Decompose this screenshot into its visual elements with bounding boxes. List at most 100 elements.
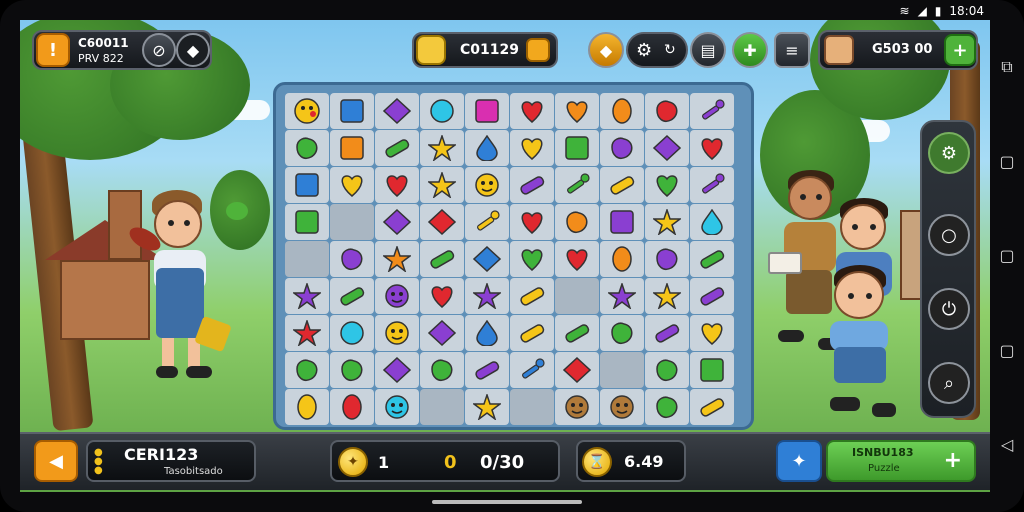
nav-square-icon[interactable]: ▢ bbox=[997, 340, 1017, 360]
gem-diamond-purple-icon[interactable] bbox=[383, 98, 411, 124]
gem-blob-green-icon[interactable] bbox=[653, 394, 681, 420]
gem-bar-purple-icon[interactable] bbox=[698, 283, 726, 309]
slash-icon[interactable]: ⊘ bbox=[142, 33, 176, 67]
nav-square-icon[interactable]: ▢ bbox=[997, 152, 1017, 172]
gem-wand-yellow-icon[interactable] bbox=[473, 209, 501, 235]
nav-apps-icon[interactable]: ⧉ bbox=[997, 57, 1017, 77]
board-cell[interactable] bbox=[375, 93, 419, 129]
board-cell[interactable] bbox=[510, 130, 554, 166]
nav-back-icon[interactable]: ◁ bbox=[997, 435, 1017, 455]
board-cell[interactable] bbox=[375, 352, 419, 388]
board-cell[interactable] bbox=[420, 167, 464, 203]
gem-star-purple-icon[interactable] bbox=[293, 283, 321, 309]
board-cell[interactable] bbox=[645, 204, 689, 240]
gem-square-blue-icon[interactable] bbox=[338, 98, 366, 124]
add-coins-button[interactable]: + bbox=[944, 34, 976, 66]
board-cell[interactable] bbox=[330, 167, 374, 203]
gem-heart-yellow-icon[interactable] bbox=[518, 135, 546, 161]
gem-blob-purple-icon[interactable] bbox=[653, 246, 681, 272]
gem-diamond-purple-icon[interactable] bbox=[653, 135, 681, 161]
board-cell[interactable] bbox=[375, 278, 419, 314]
board-cell[interactable] bbox=[375, 389, 419, 425]
gem-blob-red-icon[interactable] bbox=[653, 98, 681, 124]
board-cell[interactable] bbox=[690, 278, 734, 314]
gem-star-red-icon[interactable] bbox=[293, 320, 321, 346]
board-cell[interactable] bbox=[645, 389, 689, 425]
gem-heart-green-icon[interactable] bbox=[518, 246, 546, 272]
board-cell[interactable] bbox=[690, 204, 734, 240]
gem-face-brown-icon[interactable] bbox=[608, 394, 636, 420]
menu-icon[interactable]: ≡ bbox=[774, 32, 810, 68]
board-cell[interactable] bbox=[465, 167, 509, 203]
gem-heart-red-icon[interactable] bbox=[383, 172, 411, 198]
gem-square-purple-icon[interactable] bbox=[608, 209, 636, 235]
board-cell[interactable] bbox=[555, 389, 599, 425]
gem-diamond-purple-icon[interactable] bbox=[428, 320, 456, 346]
pause-circle-icon[interactable]: ○ bbox=[928, 214, 970, 256]
board-cell[interactable] bbox=[330, 204, 374, 240]
board-cell[interactable] bbox=[645, 167, 689, 203]
board-cell[interactable] bbox=[600, 389, 644, 425]
board-cell[interactable] bbox=[645, 278, 689, 314]
gem-heart-red-icon[interactable] bbox=[563, 246, 591, 272]
gem-blob-green-icon[interactable] bbox=[293, 135, 321, 161]
board-cell[interactable] bbox=[330, 389, 374, 425]
board-cell[interactable] bbox=[555, 315, 599, 351]
gem-egg-orange-icon[interactable] bbox=[608, 246, 636, 272]
gem-heart-red-icon[interactable] bbox=[428, 283, 456, 309]
gem-bar-yellow-icon[interactable] bbox=[518, 320, 546, 346]
zoom-icon[interactable]: ⌕ bbox=[928, 362, 970, 404]
gem-square-green-icon[interactable] bbox=[563, 135, 591, 161]
gem-diamond-purple-icon[interactable] bbox=[383, 209, 411, 235]
gem-bar-yellow-icon[interactable] bbox=[608, 172, 636, 198]
board-cell[interactable] bbox=[375, 130, 419, 166]
board-cell[interactable] bbox=[285, 204, 329, 240]
board-cell[interactable] bbox=[285, 389, 329, 425]
gem-drop-blue-icon[interactable] bbox=[473, 320, 501, 346]
gem-blob-purple-icon[interactable] bbox=[338, 246, 366, 272]
gem-wand-green-icon[interactable] bbox=[563, 172, 591, 198]
nav-square-icon[interactable]: ▢ bbox=[997, 246, 1017, 266]
gem-bar-green-icon[interactable] bbox=[563, 320, 591, 346]
power-icon[interactable]: ⏻ bbox=[928, 288, 970, 330]
gem-star-purple-icon[interactable] bbox=[473, 283, 501, 309]
board-cell[interactable] bbox=[510, 167, 554, 203]
board-cell[interactable] bbox=[330, 352, 374, 388]
gem-bar-purple-icon[interactable] bbox=[653, 320, 681, 346]
board-cell[interactable] bbox=[465, 278, 509, 314]
board-cell[interactable] bbox=[330, 241, 374, 277]
gem-heart-orange-icon[interactable] bbox=[563, 98, 591, 124]
board-cell[interactable] bbox=[420, 241, 464, 277]
gem-diamond-purple-icon[interactable] bbox=[383, 357, 411, 383]
gem-square-blue-icon[interactable] bbox=[293, 172, 321, 198]
gem-bar-green-icon[interactable] bbox=[338, 283, 366, 309]
gem-wand-purple-icon[interactable] bbox=[698, 98, 726, 124]
board-cell[interactable] bbox=[375, 204, 419, 240]
board-cell[interactable] bbox=[420, 352, 464, 388]
gem-square-orange-icon[interactable] bbox=[338, 135, 366, 161]
gem-smiley-yellow-icon[interactable] bbox=[293, 98, 321, 124]
board-cell[interactable] bbox=[420, 315, 464, 351]
move-arrow-button[interactable]: ✦ bbox=[776, 440, 822, 482]
gem-egg-orange-icon[interactable] bbox=[608, 98, 636, 124]
gem-diamond-blue-icon[interactable] bbox=[473, 246, 501, 272]
gem-blob-green-icon[interactable] bbox=[428, 357, 456, 383]
diamond-nav-icon[interactable]: ◆ bbox=[176, 33, 210, 67]
gem-blob-orange-icon[interactable] bbox=[563, 209, 591, 235]
settings-gear-icon[interactable]: ⚙ bbox=[928, 132, 970, 174]
gem-heart-yellow-icon[interactable] bbox=[698, 320, 726, 346]
board-cell[interactable] bbox=[600, 278, 644, 314]
board-cell[interactable] bbox=[510, 352, 554, 388]
board-cell[interactable] bbox=[600, 315, 644, 351]
board-cell[interactable] bbox=[285, 167, 329, 203]
gem-face-purple-icon[interactable] bbox=[383, 283, 411, 309]
gem-star-yellow-icon[interactable] bbox=[473, 394, 501, 420]
board-cell[interactable] bbox=[465, 241, 509, 277]
gem-star-yellow-icon[interactable] bbox=[653, 209, 681, 235]
gem-star-yellow-icon[interactable] bbox=[653, 283, 681, 309]
board-cell[interactable] bbox=[465, 315, 509, 351]
board-cell[interactable] bbox=[645, 352, 689, 388]
board-cell[interactable] bbox=[285, 315, 329, 351]
board-cell[interactable] bbox=[645, 241, 689, 277]
board-cell[interactable] bbox=[690, 389, 734, 425]
